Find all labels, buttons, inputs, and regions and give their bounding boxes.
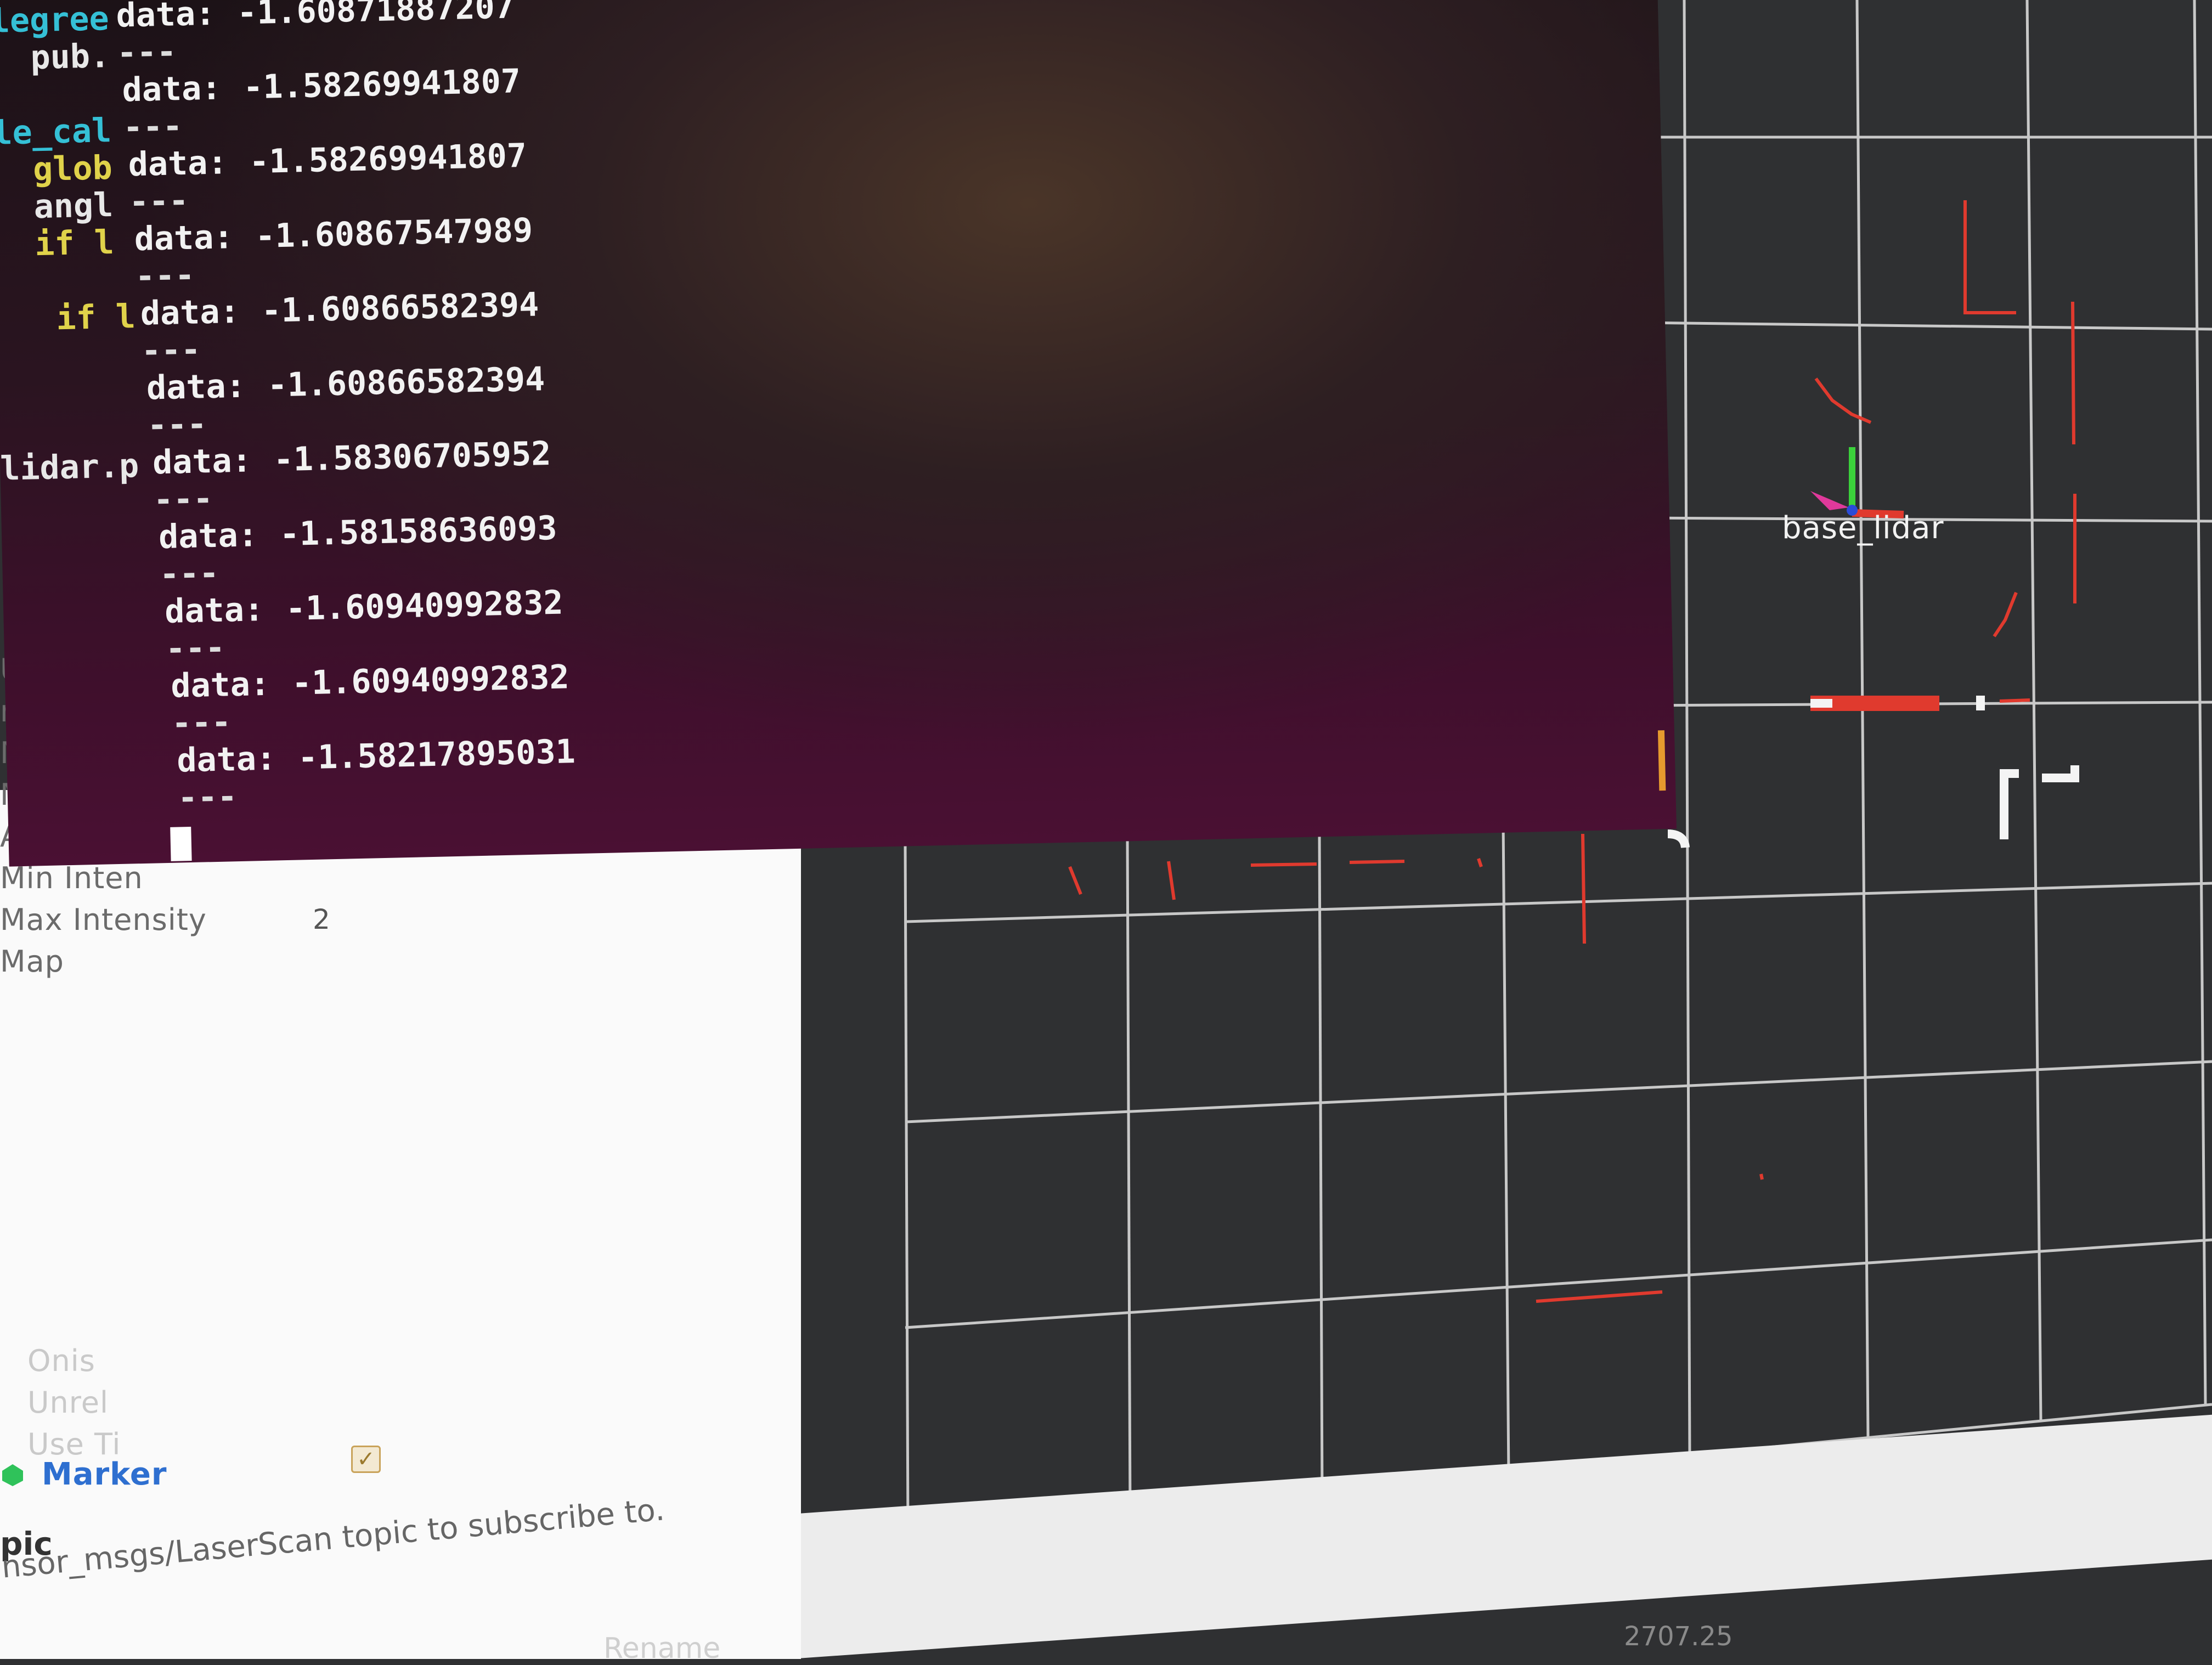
obstacle-highlights: [1667, 696, 2079, 849]
enabled-checkbox[interactable]: ✓: [351, 1446, 381, 1473]
faded-property-row: Onis: [27, 1343, 95, 1378]
editor-code-line: [0, 74, 131, 115]
editor-code-line: legree: [0, 0, 110, 41]
status-readout: 2707.25: [1624, 1621, 1733, 1652]
data-value: -1.58158636093: [279, 509, 558, 554]
data-value: -1.58269941807: [249, 136, 527, 182]
data-value: -1.58306705952: [273, 434, 552, 479]
data-prefix: data:: [127, 143, 228, 184]
editor-code-line: angl: [0, 185, 114, 227]
faded-property-row: Unrel: [27, 1385, 109, 1420]
editor-code-line: lidar.p: [0, 447, 139, 488]
editor-code-line: le_cal: [0, 111, 112, 153]
editor-code-line: glob: [0, 149, 113, 190]
data-prefix: data:: [152, 441, 252, 482]
data-prefix: data:: [146, 366, 246, 408]
axes-icon: [1810, 447, 1904, 518]
display-item-marker[interactable]: Marker: [0, 1457, 167, 1492]
data-prefix: data:: [170, 664, 270, 705]
data-value: -1.58269941807: [242, 62, 521, 107]
property-row[interactable]: Max Intensity 2: [0, 898, 330, 941]
data-prefix: data:: [176, 739, 276, 780]
editor-code-line: [0, 372, 138, 413]
scrollbar-handle[interactable]: [1657, 730, 1666, 791]
editor-code-line: [0, 261, 135, 301]
property-row[interactable]: Map: [0, 939, 64, 983]
editor-code-line: pub.: [0, 37, 110, 78]
data-value: -1.58217895031: [297, 732, 576, 777]
data-value: -1.60940992832: [291, 658, 570, 703]
data-prefix: data:: [164, 590, 264, 631]
property-label: Max Intensity: [0, 902, 207, 937]
data-prefix: data:: [140, 292, 240, 333]
marker-icon: [2, 1464, 23, 1486]
editor-code-line: if l: [0, 223, 115, 264]
editor-code-line: [0, 410, 138, 450]
data-value: -1.60940992832: [285, 583, 564, 629]
data-prefix: data:: [134, 218, 234, 259]
editor-code-line: if l: [0, 297, 136, 339]
data-value: -1.60867547989: [255, 211, 533, 256]
terminal-output: data: -1.60871887207 --- data: -1.5826994180…: [116, 0, 577, 817]
data-prefix: data:: [158, 516, 258, 557]
data-value: -1.60866582394: [261, 285, 539, 330]
frame-label-base-lidar: base_lidar: [1782, 510, 1944, 546]
terminal-cursor: [170, 827, 192, 861]
terminal-window[interactable]: legree pub. le_cal glob angl if l if l lid…: [0, 0, 1677, 867]
data-value: -1.60866582394: [267, 360, 546, 405]
data-prefix: data:: [121, 69, 222, 110]
marker-label: Marker: [42, 1457, 167, 1492]
property-value[interactable]: 2: [313, 904, 331, 935]
property-label: Map: [0, 944, 64, 979]
editor-code-line: [0, 335, 137, 376]
data-prefix: data:: [115, 0, 216, 35]
rename-button[interactable]: Rename: [603, 1632, 720, 1665]
